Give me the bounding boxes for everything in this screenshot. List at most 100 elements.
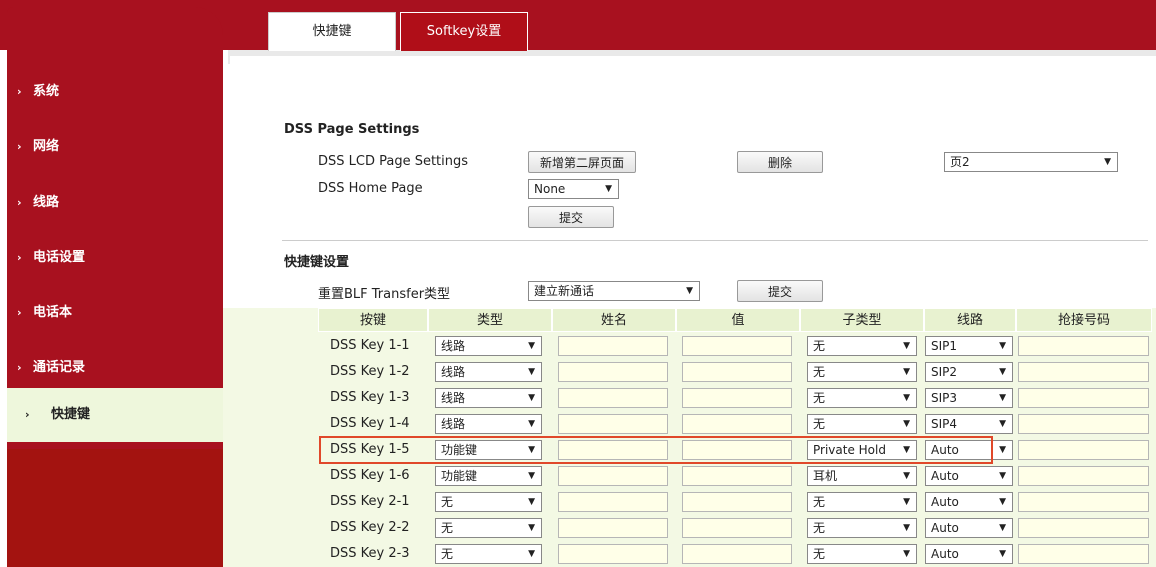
row-key-label: DSS Key 1-6 xyxy=(330,468,410,483)
row-key-label: DSS Key 2-2 xyxy=(330,520,410,535)
blf-submit-button[interactable]: 提交 xyxy=(737,280,823,302)
value-input[interactable] xyxy=(682,388,792,408)
pickup-number-input[interactable] xyxy=(1018,362,1149,382)
highlight-box xyxy=(319,436,993,464)
sidebar-item-phonebook[interactable]: › 电话本 xyxy=(7,298,223,328)
col-header-value: 值 xyxy=(676,308,800,332)
type-select[interactable]: 线路 ▼ xyxy=(435,414,542,434)
subtype-select[interactable]: 无 ▼ xyxy=(807,336,917,356)
subtype-select[interactable]: 无 ▼ xyxy=(807,388,917,408)
sidebar-item-phone-settings[interactable]: › 电话设置 xyxy=(7,243,223,273)
dropdown-arrow-icon: ▼ xyxy=(528,341,535,351)
chevron-right-icon: › xyxy=(25,408,30,421)
tab-softkey[interactable]: Softkey设置 xyxy=(400,12,528,51)
line-select[interactable]: SIP2 ▼ xyxy=(925,362,1013,382)
sidebar-item-lines[interactable]: › 线路 xyxy=(7,188,223,218)
name-input[interactable] xyxy=(558,362,668,382)
value-input[interactable] xyxy=(682,336,792,356)
row-key-label: DSS Key 2-1 xyxy=(330,494,410,509)
pickup-number-input[interactable] xyxy=(1018,440,1149,460)
sidebar-item-call-log[interactable]: › 通话记录 xyxy=(7,353,223,383)
col-header-name: 姓名 xyxy=(552,308,676,332)
sidebar-item-network[interactable]: › 网络 xyxy=(7,132,223,162)
pickup-number-input[interactable] xyxy=(1018,518,1149,538)
line-select[interactable]: Auto ▼ xyxy=(925,466,1013,486)
sidebar-item-dsskey[interactable]: › 快捷键 xyxy=(7,388,223,442)
dropdown-arrow-icon: ▼ xyxy=(686,286,693,296)
col-header-line: 线路 xyxy=(924,308,1016,332)
dropdown-arrow-icon: ▼ xyxy=(903,419,910,429)
name-input[interactable] xyxy=(558,492,668,512)
subtype-select[interactable]: 无 ▼ xyxy=(807,414,917,434)
chevron-right-icon: › xyxy=(17,85,22,98)
dropdown-arrow-icon: ▼ xyxy=(528,471,535,481)
page-select[interactable]: 页2 ▼ xyxy=(944,152,1118,172)
blf-transfer-select[interactable]: 建立新通话 ▼ xyxy=(528,281,700,301)
line-select[interactable]: Auto ▼ xyxy=(925,544,1013,564)
subtype-select[interactable]: 耳机 ▼ xyxy=(807,466,917,486)
dropdown-arrow-icon: ▼ xyxy=(999,367,1006,377)
name-input[interactable] xyxy=(558,336,668,356)
row-key-label: DSS Key 2-3 xyxy=(330,546,410,561)
dropdown-arrow-icon: ▼ xyxy=(903,341,910,351)
type-select[interactable]: 功能键 ▼ xyxy=(435,466,542,486)
dropdown-arrow-icon: ▼ xyxy=(528,419,535,429)
type-select[interactable]: 线路 ▼ xyxy=(435,362,542,382)
value-input[interactable] xyxy=(682,492,792,512)
line-select[interactable]: SIP3 ▼ xyxy=(925,388,1013,408)
type-select[interactable]: 无 ▼ xyxy=(435,518,542,538)
subtype-select[interactable]: 无 ▼ xyxy=(807,544,917,564)
name-input[interactable] xyxy=(558,544,668,564)
name-input[interactable] xyxy=(558,466,668,486)
name-input[interactable] xyxy=(558,518,668,538)
value-input[interactable] xyxy=(682,518,792,538)
pickup-number-input[interactable] xyxy=(1018,492,1149,512)
delete-button[interactable]: 删除 xyxy=(737,151,823,173)
dropdown-arrow-icon: ▼ xyxy=(999,549,1006,559)
dropdown-arrow-icon: ▼ xyxy=(605,184,612,194)
line-select[interactable]: SIP4 ▼ xyxy=(925,414,1013,434)
dropdown-arrow-icon: ▼ xyxy=(528,497,535,507)
row-key-label: DSS Key 1-1 xyxy=(330,338,410,353)
chevron-right-icon: › xyxy=(17,306,22,319)
pickup-number-input[interactable] xyxy=(1018,414,1149,434)
value-input[interactable] xyxy=(682,362,792,382)
dropdown-arrow-icon: ▼ xyxy=(903,523,910,533)
pickup-number-input[interactable] xyxy=(1018,336,1149,356)
pickup-number-input[interactable] xyxy=(1018,388,1149,408)
row-key-label: DSS Key 1-3 xyxy=(330,390,410,405)
type-select[interactable]: 线路 ▼ xyxy=(435,388,542,408)
row-key-label: DSS Key 1-4 xyxy=(330,416,410,431)
dropdown-arrow-icon: ▼ xyxy=(999,471,1006,481)
subtype-select[interactable]: 无 ▼ xyxy=(807,362,917,382)
add-page-button[interactable]: 新增第二屏页面 xyxy=(528,151,636,173)
line-select[interactable]: SIP1 ▼ xyxy=(925,336,1013,356)
value-input[interactable] xyxy=(682,466,792,486)
dropdown-arrow-icon: ▼ xyxy=(903,549,910,559)
dropdown-arrow-icon: ▼ xyxy=(999,393,1006,403)
line-select[interactable]: Auto ▼ xyxy=(925,518,1013,538)
dropdown-arrow-icon: ▼ xyxy=(903,497,910,507)
line-select[interactable]: Auto ▼ xyxy=(925,492,1013,512)
dropdown-arrow-icon: ▼ xyxy=(903,393,910,403)
tab-dsskey[interactable]: 快捷键 xyxy=(268,12,396,51)
chevron-right-icon: › xyxy=(17,140,22,153)
name-input[interactable] xyxy=(558,388,668,408)
type-select[interactable]: 无 ▼ xyxy=(435,544,542,564)
type-select[interactable]: 线路 ▼ xyxy=(435,336,542,356)
dss-page-submit-button[interactable]: 提交 xyxy=(528,206,614,228)
type-select[interactable]: 无 ▼ xyxy=(435,492,542,512)
home-page-select[interactable]: None ▼ xyxy=(528,179,619,199)
col-header-type: 类型 xyxy=(428,308,552,332)
col-header-pickup: 抢接号码 xyxy=(1016,308,1152,332)
dropdown-arrow-icon: ▼ xyxy=(528,367,535,377)
pickup-number-input[interactable] xyxy=(1018,544,1149,564)
subtype-select[interactable]: 无 ▼ xyxy=(807,492,917,512)
value-input[interactable] xyxy=(682,414,792,434)
pickup-number-input[interactable] xyxy=(1018,466,1149,486)
value-input[interactable] xyxy=(682,544,792,564)
subtype-select[interactable]: 无 ▼ xyxy=(807,518,917,538)
name-input[interactable] xyxy=(558,414,668,434)
home-page-label: DSS Home Page xyxy=(318,181,423,196)
sidebar-item-system[interactable]: › 系统 xyxy=(7,77,223,107)
